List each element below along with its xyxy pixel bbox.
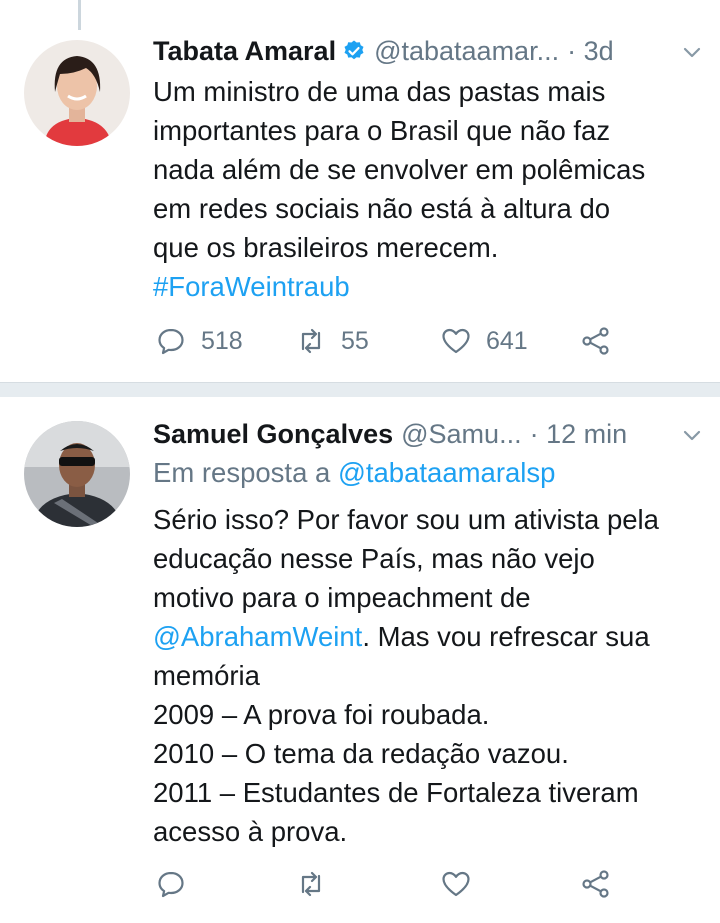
like-button[interactable]: 641 [440, 325, 528, 357]
hashtag-link[interactable]: #ForaWeintraub [153, 267, 698, 306]
tweet-text-line: @AbrahamWeint. Mas vou refrescar sua [153, 617, 698, 656]
tweet-text-line: 2009 – A prova foi roubada. [153, 699, 490, 730]
tweet-text-line: em redes sociais não está à altura do [153, 193, 611, 224]
tweet-timestamp[interactable]: · 3d [567, 36, 614, 67]
share-button[interactable] [580, 325, 612, 357]
chevron-down-icon[interactable] [681, 422, 703, 444]
tweet-actions: 518 55 641 [155, 325, 615, 365]
tweet-separator [0, 382, 720, 397]
avatar[interactable] [24, 421, 130, 527]
retweet-icon [301, 871, 321, 897]
chevron-down-icon[interactable] [681, 39, 703, 61]
reply-context-label: Em resposta a [153, 457, 338, 488]
author-name[interactable]: Samuel Gonçalves [153, 419, 393, 450]
tweet-text: Um ministro de uma das pastas mais impor… [153, 72, 698, 306]
tweet-text: Sério isso? Por favor sou um ativista pe… [153, 500, 698, 851]
tweet-text-line: Um ministro de uma das pastas mais [153, 76, 606, 107]
tweet-text-line: importantes para o Brasil que não faz [153, 115, 611, 146]
reply-context: Em resposta a @tabataamaralsp [153, 457, 555, 489]
mention-link[interactable]: @AbrahamWeint [153, 621, 362, 652]
tweet-text-line: educação nesse País, mas não vejo [153, 543, 595, 574]
reply-icon [158, 871, 184, 898]
retweet-count: 55 [341, 326, 369, 355]
tweet-text-line: nada além de se envolver em polêmicas [153, 154, 646, 185]
tweet-text-fragment: . Mas vou refrescar sua [362, 621, 650, 652]
reply-mention-link[interactable]: @tabataamaralsp [338, 457, 555, 488]
tweet-text-line: que os brasileiros merecem. [153, 232, 499, 263]
reply-count: 518 [201, 326, 243, 355]
share-icon [582, 870, 609, 898]
tweet-text-line: memória [153, 660, 260, 691]
share-icon [582, 327, 609, 355]
tweet-timestamp[interactable]: · 12 min [530, 419, 628, 450]
retweet-button[interactable] [295, 868, 327, 900]
share-button[interactable] [580, 868, 612, 900]
author-name[interactable]: Tabata Amaral [153, 36, 336, 67]
tweet-text-line: Sério isso? Por favor sou um ativista pe… [153, 504, 659, 535]
avatar[interactable] [24, 40, 130, 146]
heart-icon [442, 328, 470, 354]
heart-icon [442, 871, 470, 897]
tweet-text-line: 2011 – Estudantes de Fortaleza tiveram [153, 777, 639, 808]
tweet-text-line: 2010 – O tema da redação vazou. [153, 738, 569, 769]
author-handle[interactable]: @tabataamar... [374, 36, 559, 67]
tweet-text-line: motivo para o impeachment de [153, 582, 531, 613]
reply-button[interactable]: 518 [155, 325, 243, 357]
like-button[interactable] [440, 868, 472, 900]
reply-button[interactable] [155, 868, 187, 900]
reply-icon [158, 328, 184, 355]
like-count: 641 [486, 326, 528, 355]
tweet-text-line: acesso à prova. [153, 816, 348, 847]
retweet-icon [301, 328, 321, 354]
verified-badge-icon [342, 39, 366, 63]
tweet-card[interactable]: Tabata Amaral @tabataamar... · 3d Um min… [0, 0, 720, 382]
author-handle[interactable]: @Samu... [401, 419, 521, 450]
retweet-button[interactable]: 55 [295, 325, 369, 357]
tweet-actions [155, 868, 615, 908]
